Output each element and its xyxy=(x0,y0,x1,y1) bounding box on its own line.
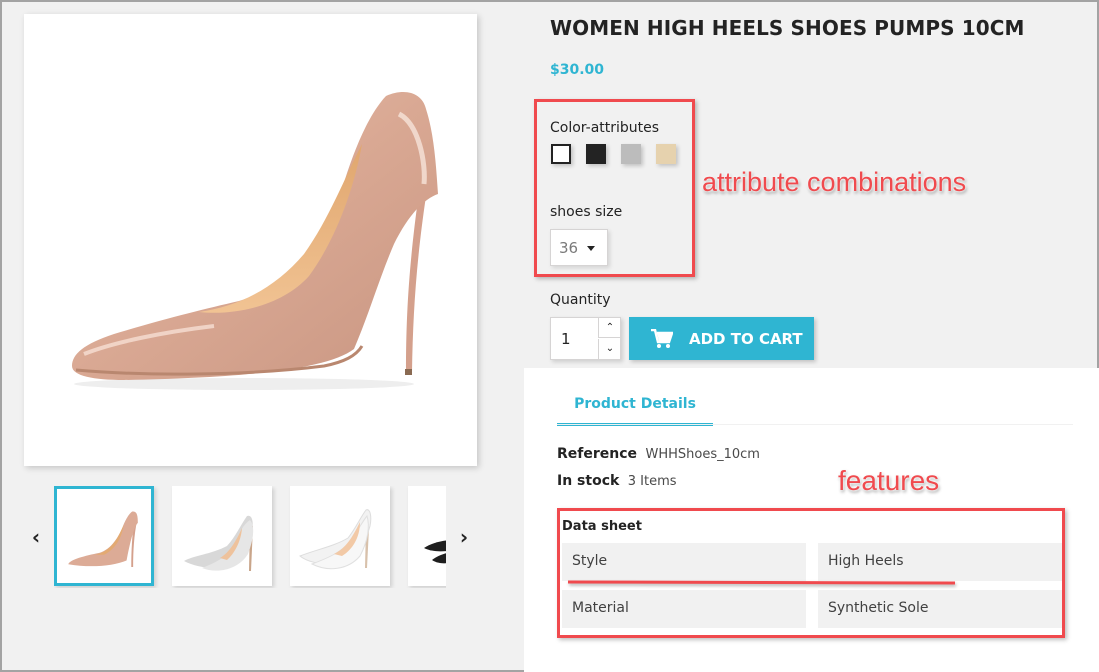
product-title: WOMEN HIGH HEELS SHOES PUMPS 10CM xyxy=(550,16,1025,40)
thumbnail-white-pump[interactable] xyxy=(290,486,390,586)
chevron-right-icon: › xyxy=(459,525,469,549)
nude-pump-thumbnail-image xyxy=(68,511,138,568)
thumbnail-silver-pump[interactable] xyxy=(172,486,272,586)
stock-label: In stock xyxy=(557,473,620,489)
pump-shoe-image xyxy=(72,92,438,390)
color-attributes-label: Color-attributes xyxy=(550,120,660,136)
shoes-size-select[interactable]: 36 xyxy=(550,229,608,266)
quantity-increase-button[interactable]: ⌃ xyxy=(598,318,621,338)
reference-value: WHHShoes_10cm xyxy=(645,447,760,462)
color-swatch-white[interactable] xyxy=(551,144,571,164)
thumbnail-next-button[interactable]: › xyxy=(455,526,473,548)
shoes-size-label: shoes size xyxy=(550,204,623,220)
chevron-down-icon: ⌄ xyxy=(605,343,615,354)
features-highlight-box xyxy=(557,508,1065,638)
main-product-image[interactable] xyxy=(24,14,477,466)
color-swatch-black[interactable] xyxy=(586,144,606,164)
chevron-left-icon: ‹ xyxy=(31,525,41,549)
attribute-combinations-annotation: attribute combinations xyxy=(702,167,967,197)
color-swatch-beige[interactable] xyxy=(656,144,676,164)
thumbnail-prev-button[interactable]: ‹ xyxy=(27,526,45,548)
quantity-label: Quantity xyxy=(550,292,611,308)
features-annotation: features xyxy=(838,465,940,496)
white-pump-thumbnail-image xyxy=(299,509,372,570)
add-to-cart-button[interactable]: ADD TO CART xyxy=(629,317,814,360)
stock-value: 3 Items xyxy=(627,474,677,489)
add-to-cart-label: ADD TO CART xyxy=(689,329,803,348)
thumbnail-carousel xyxy=(54,486,446,588)
reference-row: Reference WHHShoes_10cm xyxy=(557,446,760,462)
reference-label: Reference xyxy=(557,446,638,462)
thumbnail-black-pump[interactable] xyxy=(408,486,446,586)
tab-divider xyxy=(557,424,1073,425)
caret-down-icon xyxy=(587,246,595,251)
thumbnail-nude-pump[interactable] xyxy=(54,486,154,586)
silver-pump-thumbnail-image xyxy=(184,515,254,571)
black-pump-thumbnail-image xyxy=(424,540,446,564)
tab-product-details[interactable]: Product Details xyxy=(557,396,713,426)
chevron-up-icon: ⌃ xyxy=(605,322,615,333)
product-price: $30.00 xyxy=(550,62,605,78)
quantity-decrease-button[interactable]: ⌄ xyxy=(598,339,621,359)
quantity-input[interactable] xyxy=(551,318,598,359)
shoes-size-value: 36 xyxy=(559,239,579,257)
shopping-cart-icon xyxy=(651,328,673,348)
quantity-stepper: ⌃ ⌄ xyxy=(550,317,621,360)
stock-row: In stock 3 Items xyxy=(557,473,677,489)
color-swatch-grey[interactable] xyxy=(621,144,641,164)
